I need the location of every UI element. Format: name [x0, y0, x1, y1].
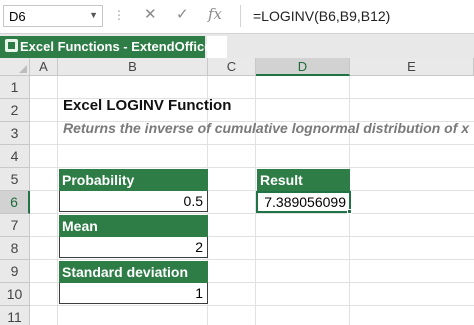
chevron-down-icon[interactable]: ▼ — [89, 10, 98, 20]
probability-label-cell[interactable]: Probability — [59, 169, 208, 191]
enter-check-icon[interactable]: ✓ — [176, 5, 189, 23]
excel-icon — [5, 39, 18, 52]
more-options-icon[interactable]: ⋮ — [113, 8, 125, 22]
row-header-6[interactable]: 6 — [0, 191, 30, 214]
row-header-11[interactable]: 11 — [0, 306, 30, 325]
name-box-value: D6 — [9, 9, 26, 24]
name-box[interactable]: D6 ▼ — [3, 5, 103, 27]
document-tab-strip: Excel Functions - ExtendOffice * — [0, 34, 474, 58]
mean-value-cell[interactable]: 2 — [59, 237, 208, 258]
row-header-8[interactable]: 8 — [0, 237, 30, 260]
document-tab[interactable]: Excel Functions - ExtendOffice * — [0, 36, 220, 58]
stddev-value-cell[interactable]: 1 — [59, 283, 208, 304]
column-header-e[interactable]: E — [350, 58, 474, 76]
row-header-9[interactable]: 9 — [0, 260, 30, 283]
row-header-7[interactable]: 7 — [0, 214, 30, 237]
sheet-subtitle: Returns the inverse of cumulative lognor… — [63, 120, 470, 136]
row-header-10[interactable]: 10 — [0, 283, 30, 306]
row-header-3[interactable]: 3 — [0, 122, 30, 145]
formula-text: =LOGINV(B6,B9,B12) — [253, 8, 391, 24]
document-tab-label: Excel Functions - ExtendOffice * — [20, 39, 221, 54]
insert-function-icon[interactable]: fx — [208, 5, 222, 23]
new-tab-button[interactable] — [207, 36, 227, 58]
select-all-button[interactable] — [0, 58, 30, 76]
column-header-d[interactable]: D — [256, 58, 350, 76]
column-header-b[interactable]: B — [58, 58, 208, 76]
row-header-5[interactable]: 5 — [0, 168, 30, 191]
cancel-icon[interactable]: ✕ — [144, 5, 157, 23]
formula-input[interactable]: =LOGINV(B6,B9,B12) — [240, 5, 474, 27]
column-header-c[interactable]: C — [208, 58, 256, 76]
column-header-a[interactable]: A — [30, 58, 58, 76]
result-label-cell[interactable]: Result — [257, 169, 350, 191]
result-value-cell[interactable]: 7.389056099 — [256, 191, 351, 213]
sheet-title: Excel LOGINV Function — [63, 97, 232, 114]
probability-value-cell[interactable]: 0.5 — [59, 191, 208, 212]
row-header-2[interactable]: 2 — [0, 99, 30, 122]
row-header-4[interactable]: 4 — [0, 145, 30, 168]
formula-bar: D6 ▼ ⋮ ✕ ✓ fx =LOGINV(B6,B9,B12) — [0, 0, 474, 34]
stddev-label-cell[interactable]: Standard deviation — [59, 261, 208, 283]
mean-label-cell[interactable]: Mean — [59, 215, 208, 237]
row-header-1[interactable]: 1 — [0, 76, 30, 99]
fill-handle[interactable] — [347, 209, 352, 214]
